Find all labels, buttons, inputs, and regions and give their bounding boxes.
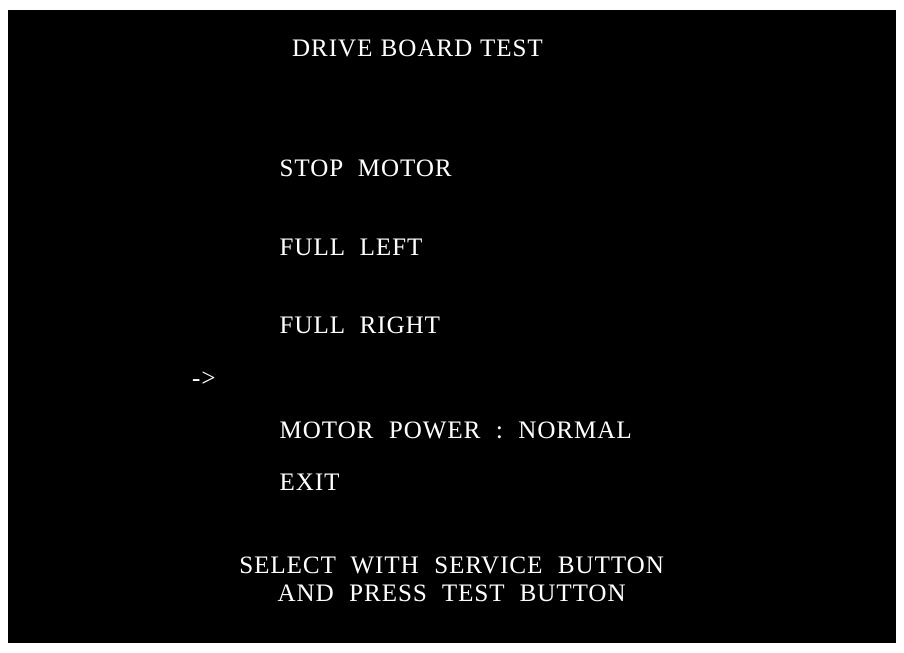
test-menu: STOP MOTOR FULL LEFT FULL RIGHT -> MOTOR… — [192, 78, 633, 523]
footer-instruction-line-1: SELECT WITH SERVICE BUTTON — [239, 552, 665, 579]
menu-item-label: FULL RIGHT — [279, 312, 441, 339]
test-menu-screen: DRIVE BOARD TEST STOP MOTOR FULL LEFT FU… — [8, 10, 896, 643]
menu-item-label: FULL LEFT — [279, 233, 424, 261]
menu-item-full-right[interactable]: FULL RIGHT — [236, 287, 633, 339]
footer-instruction-line-2: AND PRESS TEST BUTTON — [277, 580, 627, 607]
menu-item-label: MOTOR POWER : NORMAL — [279, 416, 633, 444]
menu-item-label: EXIT — [279, 469, 341, 496]
selection-arrow-icon: -> — [192, 364, 217, 392]
menu-item-label: STOP MOTOR — [279, 155, 453, 182]
menu-item-motor-power[interactable]: -> MOTOR POWER : NORMAL — [192, 365, 633, 443]
menu-item-stop-motor[interactable]: STOP MOTOR — [236, 130, 633, 182]
menu-item-full-left[interactable]: FULL LEFT — [236, 209, 633, 260]
menu-item-exit[interactable]: EXIT — [236, 444, 633, 496]
screen-title: DRIVE BOARD TEST — [292, 35, 544, 62]
